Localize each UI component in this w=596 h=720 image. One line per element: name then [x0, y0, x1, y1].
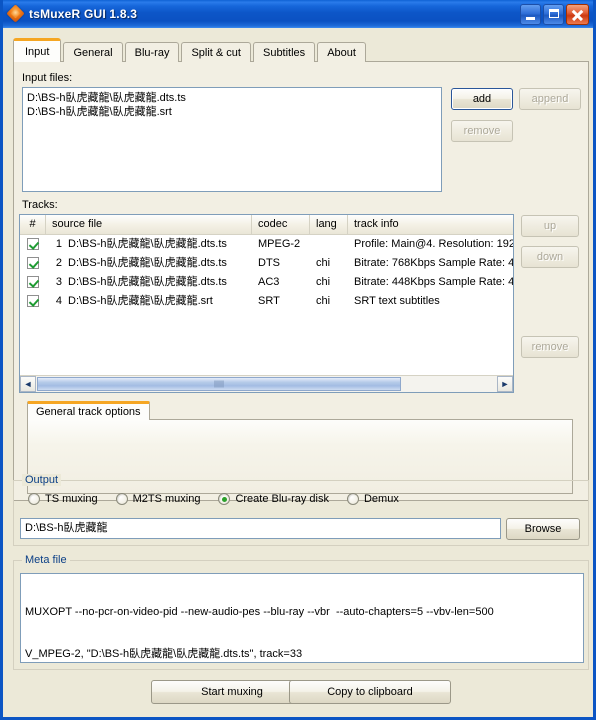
tracks-table-header: # source file codec lang track info [20, 215, 513, 235]
meta-line: MUXOPT --no-pcr-on-video-pid --new-audio… [25, 606, 494, 618]
tab-input[interactable]: Input [13, 38, 62, 62]
track-info: Profile: Main@4. Resolution: 1920:108 [354, 238, 513, 250]
radio-dot-icon [115, 493, 128, 505]
column-header-track-info[interactable]: track info [348, 215, 513, 234]
track-source-file: D:\BS-h臥虎藏龍\臥虎藏龍.srt [68, 295, 213, 307]
tab-about[interactable]: About [317, 42, 366, 62]
track-source-file: D:\BS-h臥虎藏龍\臥虎藏龍.dts.ts [68, 238, 227, 250]
track-number: 3 [55, 276, 62, 288]
tab-subtitles[interactable]: Subtitles [252, 42, 316, 62]
track-info: Bitrate: 448Kbps Sample Rate: 48KHz [354, 276, 513, 288]
column-header-source-file[interactable]: source file [46, 215, 252, 234]
column-header-lang[interactable]: lang [310, 215, 348, 234]
title-bar: tsMuxeR GUI 1.8.3 [3, 0, 593, 28]
remove-track-button[interactable]: remove [521, 336, 579, 358]
meta-file-group: Meta file MUXOPT --no-pcr-on-video-pid -… [13, 554, 589, 670]
track-lang: chi [316, 257, 331, 269]
minimize-button[interactable] [520, 3, 541, 25]
track-codec: AC3 [258, 276, 280, 288]
track-lang: chi [316, 295, 331, 307]
radio-create-blu-ray-disk[interactable]: Create Blu-ray disk [218, 493, 329, 505]
meta-line: V_MPEG-2, "D:\BS-h臥虎藏龍\臥虎藏龍.dts.ts", tra… [25, 648, 303, 660]
window-controls [520, 3, 591, 25]
add-button[interactable]: add [451, 88, 513, 110]
app-cube-icon [6, 4, 25, 23]
move-up-button[interactable]: up [521, 215, 579, 237]
move-down-button[interactable]: down [521, 246, 579, 268]
table-row[interactable]: 1 D:\BS-h臥虎藏龍\臥虎藏龍.dts.ts MPEG-2 Profile… [20, 235, 513, 254]
radio-label: Create Blu-ray disk [235, 493, 329, 505]
track-source-file: D:\BS-h臥虎藏龍\臥虎藏龍.dts.ts [68, 276, 227, 288]
track-options-tab-strip: General track options [27, 401, 150, 420]
scrollbar-track[interactable] [36, 376, 497, 392]
radio-label: Demux [363, 493, 399, 505]
table-row[interactable]: 4 D:\BS-h臥虎藏龍\臥虎藏龍.srt SRT chi SRT text … [20, 292, 513, 311]
maximize-button[interactable] [543, 3, 564, 25]
track-number: 4 [55, 295, 62, 307]
application-window: tsMuxeR GUI 1.8.3 Input General Blu-ray … [0, 0, 596, 720]
radio-m2ts-muxing[interactable]: M2TS muxing [115, 493, 201, 505]
append-button[interactable]: append [519, 88, 581, 110]
scrollbar-thumb[interactable] [37, 377, 402, 391]
copy-to-clipboard-button[interactable]: Copy to clipboard [289, 680, 451, 704]
tab-split-and-cut[interactable]: Split & cut [181, 42, 251, 62]
output-group-title: Output [22, 474, 62, 486]
input-files-textarea[interactable]: D:\BS-h臥虎藏龍\臥虎藏龍.dts.ts D:\BS-h臥虎藏龍\臥虎藏龍… [22, 87, 442, 192]
tab-general[interactable]: General [63, 42, 123, 62]
copy-to-clipboard-label: Copy to clipboard [327, 686, 413, 698]
input-files-label: Input files: [22, 72, 73, 84]
radio-demux[interactable]: Demux [346, 493, 399, 505]
tracks-label: Tracks: [22, 199, 58, 211]
browse-button[interactable]: Browse [506, 518, 580, 540]
track-codec: MPEG-2 [258, 238, 301, 250]
tab-general-track-options[interactable]: General track options [27, 401, 150, 420]
radio-dot-icon [346, 493, 359, 505]
input-tab-page: Input files: D:\BS-h臥虎藏龍\臥虎藏龍.dts.ts D:\… [13, 61, 589, 501]
output-path-input[interactable]: D:\BS-h臥虎藏龍 [20, 518, 501, 539]
track-number: 1 [55, 238, 62, 250]
track-codec: SRT [258, 295, 280, 307]
column-header-num[interactable]: # [20, 215, 46, 234]
radio-label: TS muxing [45, 493, 98, 505]
tracks-horizontal-scrollbar[interactable]: ◄ ► [20, 375, 513, 392]
tracks-table[interactable]: # source file codec lang track info 1 D:… [19, 214, 514, 393]
client-area: Input General Blu-ray Split & cut Subtit… [3, 28, 593, 717]
track-source-file: D:\BS-h臥虎藏龍\臥虎藏龍.dts.ts [68, 257, 227, 269]
track-info: SRT text subtitles [354, 295, 440, 307]
column-header-codec[interactable]: codec [252, 215, 310, 234]
table-row[interactable]: 3 D:\BS-h臥虎藏龍\臥虎藏龍.dts.ts AC3 chi Bitrat… [20, 273, 513, 292]
track-checkbox[interactable] [20, 273, 46, 292]
radio-label: M2TS muxing [132, 493, 201, 505]
track-number: 2 [55, 257, 62, 269]
scroll-left-arrow-icon[interactable]: ◄ [20, 376, 36, 392]
scroll-right-arrow-icon[interactable]: ► [497, 376, 513, 392]
remove-input-button[interactable]: remove [451, 120, 513, 142]
main-tab-strip: Input General Blu-ray Split & cut Subtit… [13, 38, 368, 62]
track-codec: DTS [258, 257, 280, 269]
track-info: Bitrate: 768Kbps Sample Rate: 48KHz [354, 257, 513, 269]
output-mode-radio-group: TS muxing M2TS muxing Create Blu-ray dis… [28, 493, 417, 505]
track-checkbox[interactable] [20, 292, 46, 311]
meta-file-group-title: Meta file [22, 554, 70, 566]
radio-ts-muxing[interactable]: TS muxing [28, 493, 98, 505]
output-group: Output TS muxing M2TS muxing Create Blu-… [13, 474, 589, 546]
track-checkbox[interactable] [20, 254, 46, 273]
track-checkbox[interactable] [20, 235, 46, 254]
radio-dot-icon [28, 493, 40, 505]
window-title: tsMuxeR GUI 1.8.3 [29, 7, 138, 21]
radio-dot-icon [218, 493, 231, 505]
close-button[interactable] [566, 3, 589, 25]
track-lang: chi [316, 276, 331, 288]
meta-file-textarea[interactable]: MUXOPT --no-pcr-on-video-pid --new-audio… [20, 573, 584, 663]
table-row[interactable]: 2 D:\BS-h臥虎藏龍\臥虎藏龍.dts.ts DTS chi Bitrat… [20, 254, 513, 273]
tab-blu-ray[interactable]: Blu-ray [124, 42, 180, 62]
start-muxing-label: Start muxing [201, 686, 263, 698]
